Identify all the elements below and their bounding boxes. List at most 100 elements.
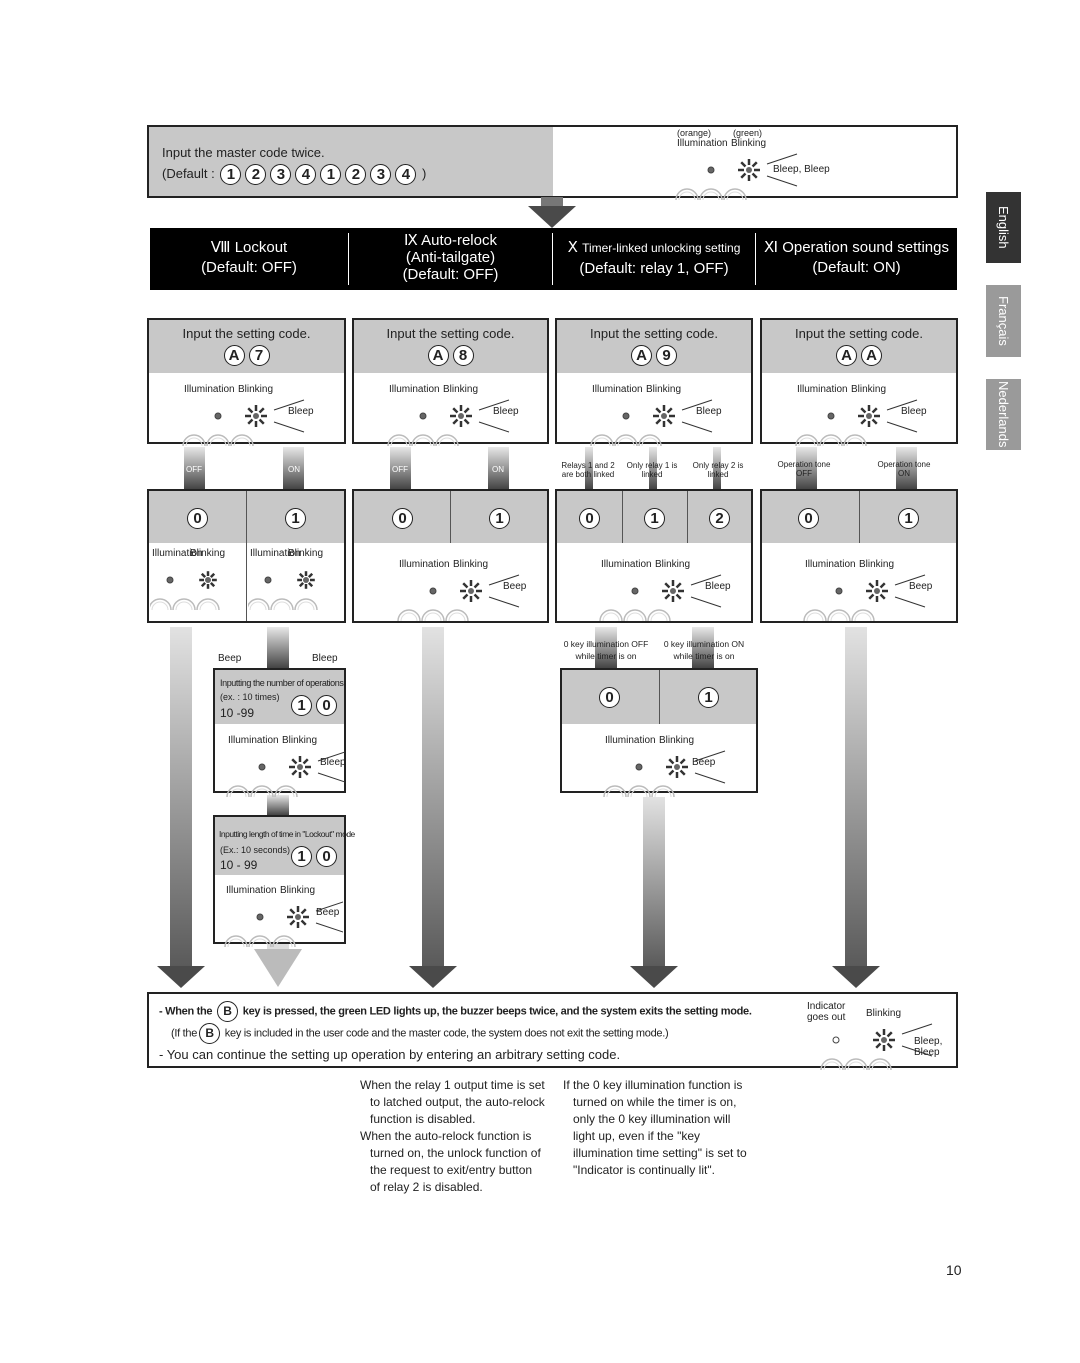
led-indicator: Illumination Blinking Bleep [248,548,344,664]
option-label: Only relay 1 is linked [626,461,678,479]
key-button[interactable]: 9 [656,345,677,366]
key-button[interactable]: 1 [489,508,510,529]
lockout-count-example: (ex. : 10 times) [220,692,280,702]
key-button[interactable]: A [631,345,652,366]
key-button[interactable]: 8 [452,345,474,366]
setting-code-box: Input the setting code. A8 Illumination B… [352,318,549,447]
section-operation-sound: Ⅺ Operation sound settings (Default: ON) [764,239,949,276]
setting-code-label: Input the setting code. [795,326,923,341]
key-button[interactable]: 1 [698,687,719,708]
sound-label: Bleep, Bleep [914,1036,943,1058]
key-button[interactable]: 7 [248,345,270,366]
operation-sound-options-box: 0 1 Illumination Blinking Beep [760,489,958,623]
lockout-count-box: Inputting the number of operations (ex. … [213,668,346,798]
key-button[interactable]: 1 [285,508,306,529]
lockout-time-box: Inputting length of time in "Lockout" mo… [213,815,355,948]
setting-code-box: Input the setting code. A7 Illumination B… [147,318,346,447]
arrow-down-icon [409,966,457,988]
key-button[interactable]: 0 [316,695,337,716]
led-indicator: Illumination Blinking Bleep [593,559,733,622]
key-button[interactable]: A [836,345,857,366]
led-indicator: Illumination Blinking Bleep [176,384,321,447]
tab-english[interactable]: English [986,192,1021,263]
option-label: ON [492,465,504,474]
lockout-time-label: Inputting length of time in "Lockout" mo… [219,829,355,839]
exit-continue-text: - You can continue the setting up operat… [159,1047,621,1062]
option-label: Operation tone ON [877,460,931,478]
led-keypad-icon [603,750,726,798]
key-button[interactable]: 2 [709,508,730,529]
default-prefix: (Default : [162,166,215,181]
master-code-box: Input the master code twice. (Default : … [147,125,958,201]
note: If the 0 key illumination function is tu… [563,1078,747,1177]
key-button[interactable]: 0 [316,846,337,867]
key-button: 1 [320,164,342,186]
section-lockout: Ⅷ Lockout (Default: OFF) [201,239,297,276]
sound-label: Beep [316,907,340,918]
option-label: OFF [186,465,202,474]
led-keypad-icon [397,574,520,622]
arrow-down-icon [254,949,302,987]
key-button: 3 [270,164,292,186]
key-button[interactable]: 0 [392,508,413,529]
key-button[interactable]: 0 [579,508,600,529]
setting-code-label: Input the setting code. [182,326,311,341]
section-header-bar: Ⅷ Lockout (Default: OFF) Ⅸ Auto-relock (An… [150,228,957,290]
arrow-down-icon [528,206,576,228]
led-indicator: Illumination Blinking Bleep [789,384,934,447]
key-button: 2 [345,164,367,186]
sound-label: Bleep [320,757,346,768]
led-indicator: Illumination Blinking Beep [797,559,937,622]
led-keypad-icon [248,571,318,611]
led-keypad-icon [150,571,220,611]
key-button[interactable]: 0 [599,687,620,708]
key-button[interactable]: 0 [187,508,208,529]
key-button: 4 [395,164,417,186]
b-key-icon: B [216,1001,238,1022]
sound-label: Bleep [705,581,731,592]
section-auto-relock: Ⅸ Auto-relock (Anti-tailgate) (Default: OF… [402,232,499,283]
timer-linked-options-box: 0 1 2 Illumination Blinking Bleep [555,489,753,623]
tab-francais[interactable]: Français [986,285,1021,357]
key-button[interactable]: A [427,345,449,366]
sound-label: Beep [692,757,716,768]
setting-code-box: Input the setting code. AA Illumination B… [760,318,958,447]
led-keypad-icon [590,399,713,447]
led-indicator: Illumination Blinking Beep [597,735,737,798]
b-key-icon: B [199,1023,221,1044]
default-suffix: ) [422,166,427,181]
option-label: Relays 1 and 2 are both linked [561,461,615,479]
lockout-options-box: 0 1 Illumination Blinking Beep Illuminati… [147,489,346,664]
arrow-down-icon [832,966,880,988]
sound-label: Beep [909,581,933,592]
led-indicator: Illumination Blinking Beep [391,559,531,622]
note: When the auto-relock function is turned … [360,1129,541,1194]
option-label: OFF [392,465,408,474]
key-button[interactable]: A [223,345,245,366]
lockout-time-example: (Ex.: 10 seconds) [220,845,291,855]
key-button[interactable]: 1 [291,846,312,867]
sound-label: Bleep [901,406,927,417]
sound-label: Bleep, Bleep [773,164,830,175]
key-button[interactable]: 0 [798,508,819,529]
led-keypad-icon [226,751,345,798]
led-indicator: Illumination Blinking Bleep [584,384,729,447]
led-keypad-icon [224,901,343,948]
led-indicator: Illumination Blinking Beep [150,548,246,664]
led-indicator: Illumination Blinking Beep [218,885,343,948]
timer-option-label: 0 key illumination ON while timer is on [663,639,745,661]
blink-color: (green) [733,128,763,138]
key-button[interactable]: 1 [898,508,919,529]
arrow-down-icon [157,966,205,988]
page-number: 10 [946,1262,962,1278]
sound-label: Bleep [696,406,722,417]
key-button[interactable]: A [861,345,882,366]
sound-label: Beep [503,581,527,592]
lockout-count-range: 10 -99 [220,706,255,720]
tab-nederlands[interactable]: Nederlands [986,379,1021,450]
option-label: Operation tone OFF [777,460,831,478]
key-button: 2 [245,164,267,186]
key-button[interactable]: 1 [644,508,665,529]
exit-info-box: - When the B key is pressed, the green L… [147,992,958,1071]
key-button[interactable]: 1 [291,695,312,716]
